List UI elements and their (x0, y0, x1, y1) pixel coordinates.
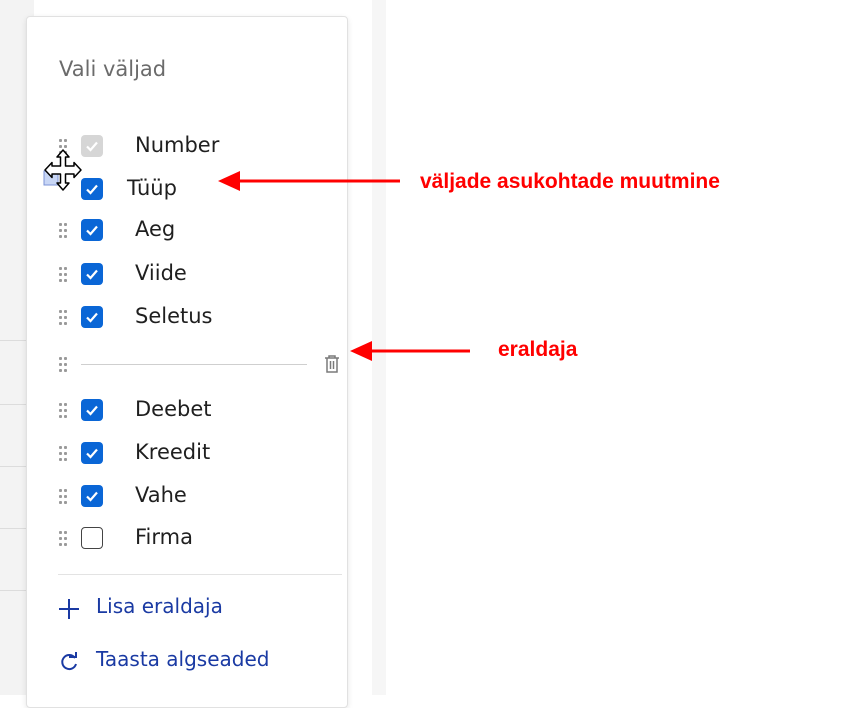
field-label: Deebet (135, 397, 212, 421)
checkbox-seletus[interactable] (81, 306, 103, 328)
checkbox-aeg[interactable] (81, 219, 103, 241)
annotation-move-fields: väljade asukohtade muutmine (420, 170, 720, 193)
field-label: Seletus (135, 304, 213, 328)
checkbox-deebet[interactable] (81, 399, 103, 421)
move-cursor-icon (40, 147, 86, 197)
drag-handle-icon[interactable] (59, 357, 69, 375)
annotation-separator: eraldaja (498, 338, 578, 361)
field-label: Tüüp (127, 176, 177, 200)
drag-handle-icon[interactable] (59, 223, 69, 241)
drag-handle-icon[interactable] (59, 489, 69, 507)
reset-icon (61, 652, 77, 671)
field-row-vahe[interactable]: Vahe (59, 479, 329, 515)
field-label: Firma (135, 525, 193, 549)
add-separator-label: Lisa eraldaja (96, 594, 223, 618)
drag-handle-icon[interactable] (59, 403, 69, 421)
field-label: Number (135, 133, 220, 157)
field-row-firma[interactable]: Firma (59, 521, 329, 557)
checkbox-firma[interactable] (81, 527, 103, 549)
arrow-move-fields (218, 171, 400, 191)
checkbox-kreedit[interactable] (81, 442, 103, 464)
restore-defaults-label: Taasta algseaded (96, 647, 270, 671)
drag-handle-icon[interactable] (59, 446, 69, 464)
plus-icon (59, 599, 79, 619)
field-row-viide[interactable]: Viide (59, 257, 329, 293)
field-row-deebet[interactable]: Deebet (59, 393, 329, 429)
field-label: Aeg (135, 217, 176, 241)
panel-title: Vali väljad (59, 57, 167, 81)
footer-divider (58, 574, 342, 575)
separator-row[interactable] (59, 347, 339, 383)
drag-handle-icon[interactable] (59, 531, 69, 549)
field-row-aeg[interactable]: Aeg (59, 213, 329, 249)
arrow-separator (350, 341, 470, 361)
field-label: Viide (135, 261, 187, 285)
field-row-seletus[interactable]: Seletus (59, 300, 329, 336)
field-row-kreedit[interactable]: Kreedit (59, 436, 329, 472)
checkbox-viide[interactable] (81, 263, 103, 285)
separator-line (81, 364, 307, 365)
field-label: Vahe (135, 483, 187, 507)
drag-handle-icon[interactable] (59, 310, 69, 328)
drag-handle-icon[interactable] (59, 267, 69, 285)
trash-icon[interactable] (323, 353, 341, 379)
checkbox-vahe[interactable] (81, 485, 103, 507)
field-row-number[interactable]: Number (59, 129, 329, 165)
field-label: Kreedit (135, 440, 211, 464)
